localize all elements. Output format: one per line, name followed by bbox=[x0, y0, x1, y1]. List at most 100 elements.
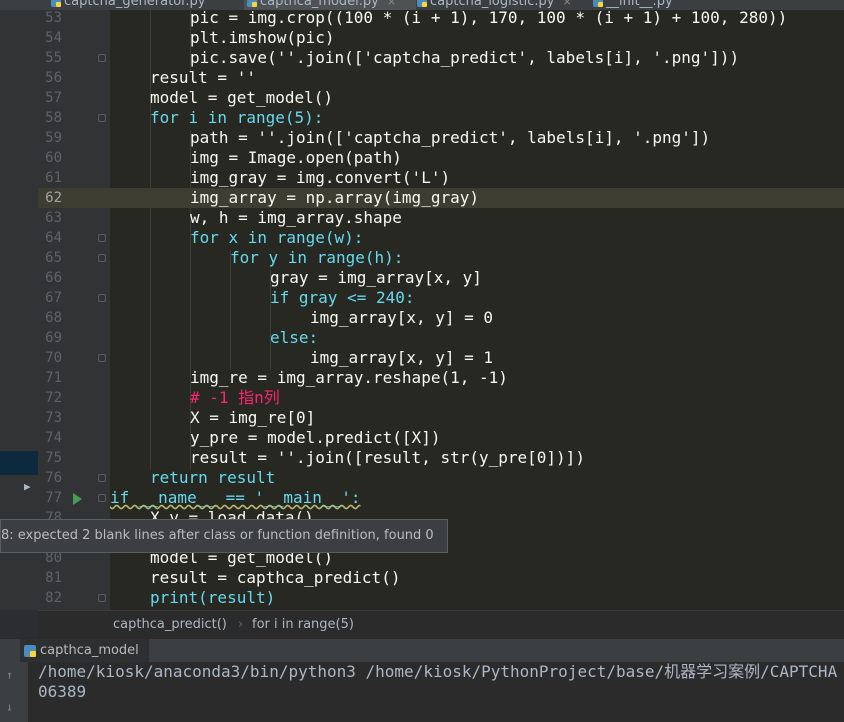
code-text: result = capthca_predict() bbox=[150, 568, 401, 587]
breadcrumb-separator-icon: › bbox=[238, 617, 244, 632]
code-line-68: img_array[x, y] = 0 bbox=[310, 308, 493, 328]
run-tab[interactable]: capthca_model bbox=[20, 639, 149, 663]
python-file-icon bbox=[417, 0, 427, 7]
code-line-56: result = '' bbox=[150, 68, 256, 88]
indent-guide bbox=[230, 250, 231, 370]
line-number: 73 bbox=[45, 410, 62, 426]
fold-marker-icon[interactable] bbox=[98, 114, 106, 122]
code-line-72-comment: # -1 指n列 bbox=[190, 388, 280, 408]
line-number: 77 bbox=[45, 490, 62, 506]
run-gutter-icon[interactable] bbox=[73, 493, 82, 505]
breadcrumb: capthca_predict() › for i in range(5) bbox=[38, 610, 844, 639]
breadcrumb-item[interactable]: for i in range(5) bbox=[252, 617, 354, 632]
line-number: 68 bbox=[45, 310, 62, 326]
scroll-down-icon[interactable]: ↓ bbox=[6, 700, 13, 714]
code-text: img_array = np.array(img_gray) bbox=[190, 188, 479, 207]
python-file-icon bbox=[593, 0, 603, 7]
code-line-54: plt.imshow(pic) bbox=[190, 28, 335, 48]
python-file-icon bbox=[51, 0, 61, 7]
console-command-line: /home/kiosk/anaconda3/bin/python3 /home/… bbox=[38, 662, 838, 681]
tooltip-text: 8: expected 2 blank lines after class or… bbox=[1, 528, 434, 543]
line-number: 57 bbox=[45, 90, 62, 106]
close-tab-icon[interactable]: × bbox=[387, 0, 396, 8]
code-line-63: w, h = img_array.shape bbox=[190, 208, 402, 228]
code-text: img = Image.open(path) bbox=[190, 148, 402, 167]
python-run-icon bbox=[24, 645, 36, 657]
line-number: 63 bbox=[45, 210, 62, 226]
code-line-69: else: bbox=[270, 328, 318, 348]
line-number: 58 bbox=[45, 110, 62, 126]
code-line-59: path = ''.join(['captcha_predict', label… bbox=[190, 128, 710, 148]
line-number: 70 bbox=[45, 350, 62, 366]
line-number: 72 bbox=[45, 390, 62, 406]
line-number: 60 bbox=[45, 150, 62, 166]
code-text: else: bbox=[270, 328, 319, 347]
tab-captcha-generator[interactable]: captcha_generator.py bbox=[48, 0, 205, 10]
code-line-64: for x in range(w): bbox=[190, 228, 363, 248]
code-text: X = img_re[0] bbox=[190, 408, 316, 427]
close-tab-icon[interactable]: × bbox=[562, 0, 571, 8]
code-line-62: img_array = np.array(img_gray) bbox=[190, 188, 479, 208]
line-number: 53 bbox=[45, 10, 62, 26]
fold-marker-icon[interactable] bbox=[98, 354, 106, 362]
fold-marker-icon[interactable] bbox=[98, 594, 106, 602]
line-number: 82 bbox=[45, 590, 62, 606]
code-line-74: y_pre = model.predict([X]) bbox=[190, 428, 440, 448]
line-number: 65 bbox=[45, 250, 62, 266]
code-text: y_pre = model.predict([X]) bbox=[190, 428, 441, 447]
run-toolbar: capthca_model bbox=[0, 638, 844, 663]
code-text: img_array[x, y] = 0 bbox=[310, 308, 494, 327]
code-text: return result bbox=[150, 468, 276, 487]
code-text: result = '' bbox=[150, 68, 256, 87]
code-text: img_re = img_array.reshape(1, -1) bbox=[190, 368, 508, 387]
fold-marker-icon[interactable] bbox=[98, 294, 106, 302]
line-number: 76 bbox=[45, 470, 62, 486]
line-number: 54 bbox=[45, 30, 62, 46]
fold-marker-icon[interactable] bbox=[98, 474, 106, 482]
breadcrumb-item[interactable]: capthca_predict() bbox=[113, 617, 227, 632]
line-number: 56 bbox=[45, 70, 62, 86]
line-number: 66 bbox=[45, 270, 62, 286]
inspection-tooltip: 8: expected 2 blank lines after class or… bbox=[0, 519, 448, 553]
line-number: 69 bbox=[45, 330, 62, 346]
code-text: plt.imshow(pic) bbox=[190, 28, 335, 47]
code-line-58: for i in range(5): bbox=[150, 108, 323, 128]
console-side-toolbar bbox=[0, 662, 28, 722]
code-text: if __name__ == '__main__': bbox=[110, 488, 361, 507]
code-text: pic = img.crop((100 * (i + 1), 170, 100 … bbox=[190, 8, 788, 27]
code-text: gray = img_array[x, y] bbox=[270, 268, 482, 287]
fold-marker-icon[interactable] bbox=[98, 54, 106, 62]
code-text: print(result) bbox=[150, 588, 276, 607]
code-text: model = get_model() bbox=[150, 88, 334, 107]
line-number: 62 bbox=[45, 190, 62, 206]
selected-tree-row[interactable] bbox=[0, 451, 38, 475]
code-line-55: pic.save(''.join(['captcha_predict', lab… bbox=[190, 48, 739, 68]
line-number: 61 bbox=[45, 170, 62, 186]
code-line-67: if gray <= 240: bbox=[270, 288, 415, 308]
code-line-70: img_array[x, y] = 1 bbox=[310, 348, 493, 368]
python-file-icon bbox=[247, 0, 257, 7]
line-number: 59 bbox=[45, 130, 62, 146]
line-number: 67 bbox=[45, 290, 62, 306]
fold-marker-icon[interactable] bbox=[98, 254, 106, 262]
code-text: img_array[x, y] = 1 bbox=[310, 348, 494, 367]
line-number: 74 bbox=[45, 430, 62, 446]
code-text: w, h = img_array.shape bbox=[190, 208, 402, 227]
run-tab-label: capthca_model bbox=[40, 643, 139, 658]
code-text: for x in range(w): bbox=[190, 228, 364, 247]
code-text: # -1 指n列 bbox=[190, 388, 280, 407]
code-text: for i in range(5): bbox=[150, 108, 324, 127]
code-line-53: pic = img.crop((100 * (i + 1), 170, 100 … bbox=[190, 8, 787, 28]
code-line-82: print(result) bbox=[150, 588, 275, 608]
line-number: 64 bbox=[45, 230, 62, 246]
fold-marker-icon[interactable] bbox=[98, 234, 106, 242]
console-output: 06389 bbox=[38, 682, 87, 701]
fold-marker-icon[interactable] bbox=[98, 494, 106, 502]
line-number: 81 bbox=[45, 570, 62, 586]
code-line-61: img_gray = img.convert('L') bbox=[190, 168, 450, 188]
expand-arrow-icon[interactable]: ▶ bbox=[24, 480, 31, 493]
code-line-57: model = get_model() bbox=[150, 88, 333, 108]
code-line-76: return result bbox=[150, 468, 275, 488]
scroll-up-icon[interactable]: ↑ bbox=[6, 668, 13, 682]
code-text: result = ''.join([result, str(y_pre[0])]… bbox=[190, 448, 585, 467]
